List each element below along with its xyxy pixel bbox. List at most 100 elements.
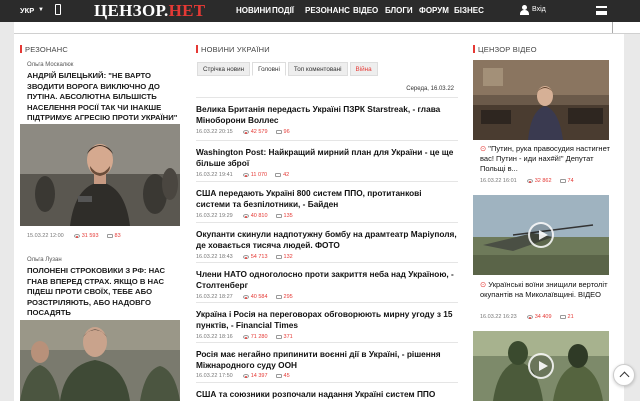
comments-count[interactable]: 295 [284, 294, 293, 300]
news-title[interactable]: США та союзники розпочали надання Україн… [196, 389, 458, 400]
scroll-to-top-button[interactable] [613, 364, 635, 386]
play-circle-icon: ⊙ [480, 144, 487, 153]
news-item[interactable]: Окупанти скинули надпотужну бомбу на дра… [196, 222, 458, 264]
views-icon [242, 130, 249, 134]
comments-icon[interactable] [106, 233, 113, 239]
nav-item-news[interactable]: НОВИНИ [236, 6, 272, 15]
comments-count[interactable]: 132 [284, 254, 293, 260]
site-logo[interactable]: ЦЕНЗОР.НЕТ [94, 1, 205, 21]
nav-item-events[interactable]: ПОДІЇ [272, 6, 305, 15]
news-title[interactable]: Росія має негайно припинити воєнні дії в… [196, 349, 458, 371]
nav-item-video[interactable]: ВІДЕО [353, 6, 385, 15]
views-icon [242, 214, 249, 218]
mobile-icon[interactable] [55, 4, 61, 15]
comments-count[interactable]: 135 [284, 213, 293, 219]
news-date: 16.03.22 17:50 [196, 373, 233, 379]
comments-icon[interactable] [559, 178, 566, 184]
user-icon[interactable] [520, 5, 529, 15]
comments-count[interactable]: 74 [568, 178, 574, 184]
comments-icon[interactable] [275, 213, 282, 219]
comments-count[interactable]: 21 [568, 314, 574, 320]
comments-icon[interactable] [559, 314, 566, 320]
photo-prisoners [20, 320, 180, 401]
resonance-card-photo[interactable] [20, 320, 180, 401]
news-date: 16.03.22 19:41 [196, 172, 233, 178]
comments-icon[interactable] [275, 172, 282, 178]
video-thumbnail[interactable] [473, 331, 609, 401]
comments-icon[interactable] [275, 254, 282, 260]
views-icon [242, 295, 249, 299]
video-thumbnail[interactable] [473, 195, 609, 275]
views-icon [242, 173, 249, 177]
news-title[interactable]: Окупанти скинули надпотужну бомбу на дра… [196, 229, 458, 251]
news-title[interactable]: Washington Post: Найкращий мирний план д… [196, 147, 458, 169]
card-meta: 15.03.22 12:00 31 593 83 [27, 233, 121, 239]
news-date: 16.03.22 19:29 [196, 213, 233, 219]
news-section-title[interactable]: НОВИНИ УКРАЇНИ [196, 45, 270, 54]
comments-icon[interactable] [275, 129, 282, 135]
resonance-card-photo[interactable] [20, 124, 180, 226]
nav-item-blogs[interactable]: БЛОГИ [385, 6, 419, 15]
tab-news-feed[interactable]: Стрічка новин [197, 62, 251, 76]
comments-count[interactable]: 96 [284, 129, 290, 135]
comments-count[interactable]: 42 [283, 172, 289, 178]
resonance-card-title[interactable]: ПОЛОНЕНІ СТРОКОВИКИ З РФ: НАС ГНАВ ВПЕРЕ… [27, 266, 179, 319]
views-count: 32 862 [534, 178, 552, 184]
nav-item-business[interactable]: БІЗНЕС [454, 6, 488, 15]
comments-icon[interactable] [275, 373, 282, 379]
views-icon [242, 335, 249, 339]
nav-item-forum[interactable]: ФОРУМ [419, 6, 454, 15]
video-meta: 16.03.22 16:01 32 862 74 [480, 178, 574, 184]
video-title[interactable]: ⊙ "Путин, рука правосудия настигнет вас! … [480, 144, 610, 174]
news-date: 16.03.22 18:43 [196, 254, 233, 260]
comments-count[interactable]: 371 [284, 334, 293, 340]
nav-item-resonance[interactable]: РЕЗОНАНС [305, 6, 353, 15]
play-button-icon[interactable] [528, 222, 554, 248]
hamburger-menu-icon[interactable] [596, 6, 607, 15]
video-meta: 16.03.22 16:23 34 409 21 [480, 314, 574, 320]
comments-icon[interactable] [275, 334, 282, 340]
resonance-card-title[interactable]: АНДРІЙ БІЛЕЦЬКИЙ: "НЕ ВАРТО ЗВОДИТИ ВОРО… [27, 71, 179, 124]
news-item[interactable]: США передають Україні 800 систем ППО, пр… [196, 181, 458, 223]
comments-count[interactable]: 83 [115, 233, 121, 239]
login-link[interactable]: Вхід [532, 6, 546, 13]
views-count: 40 810 [250, 213, 268, 219]
views-icon [73, 234, 80, 238]
tab-war[interactable]: Війна [349, 62, 378, 76]
comments-count[interactable]: 45 [284, 373, 290, 379]
views-count: 40 584 [250, 294, 268, 300]
views-count: 14 397 [250, 373, 268, 379]
video-thumbnail[interactable] [473, 60, 609, 140]
news-title[interactable]: Україна і Росія на переговорах обговорюю… [196, 309, 458, 331]
card-author[interactable]: Ольга Лузан [27, 257, 62, 263]
resonance-section-title[interactable]: РЕЗОНАНС [20, 45, 68, 54]
views-icon [242, 255, 249, 259]
play-button-icon[interactable] [528, 353, 554, 379]
views-count: 11 070 [250, 172, 268, 178]
news-item[interactable]: Велика Британія передасть Україні ПЗРК S… [196, 97, 458, 139]
news-item[interactable]: Україна і Росія на переговорах обговорюю… [196, 302, 458, 344]
tab-main[interactable]: Головні [252, 62, 286, 76]
video-title[interactable]: ⊙ Українські воїни знищили вертоліт окупа… [480, 280, 610, 300]
divider [612, 22, 613, 33]
news-title[interactable]: Велика Британія передасть Україні ПЗРК S… [196, 104, 458, 126]
card-date: 15.03.22 12:00 [27, 233, 64, 239]
news-date: 16.03.22 18:27 [196, 294, 233, 300]
views-count: 54 713 [250, 254, 268, 260]
video-section-title[interactable]: ЦЕНЗОР ВІДЕО [473, 45, 537, 54]
tab-top-commented[interactable]: Топ коментовані [287, 62, 348, 76]
news-title[interactable]: Члени НАТО одноголосно проти закриття не… [196, 269, 458, 291]
news-item[interactable]: Росія має негайно припинити воєнні дії в… [196, 342, 458, 382]
language-selector[interactable]: УКР [20, 6, 34, 15]
news-item[interactable]: Члени НАТО одноголосно проти закриття не… [196, 262, 458, 304]
news-title[interactable]: США передають Україні 800 систем ППО, пр… [196, 188, 458, 210]
news-item[interactable]: Washington Post: Найкращий мирний план д… [196, 140, 458, 182]
chevron-down-icon[interactable]: ▼ [38, 7, 44, 13]
photo-parliament [473, 60, 609, 140]
news-item[interactable]: США та союзники розпочали надання Україн… [196, 382, 458, 401]
video-date: 16.03.22 16:23 [480, 314, 517, 320]
news-date: 16.03.22 20:15 [196, 129, 233, 135]
card-author[interactable]: Ольга Москалюк [27, 62, 73, 68]
comments-icon[interactable] [275, 294, 282, 300]
play-circle-icon: ⊙ [480, 280, 487, 289]
